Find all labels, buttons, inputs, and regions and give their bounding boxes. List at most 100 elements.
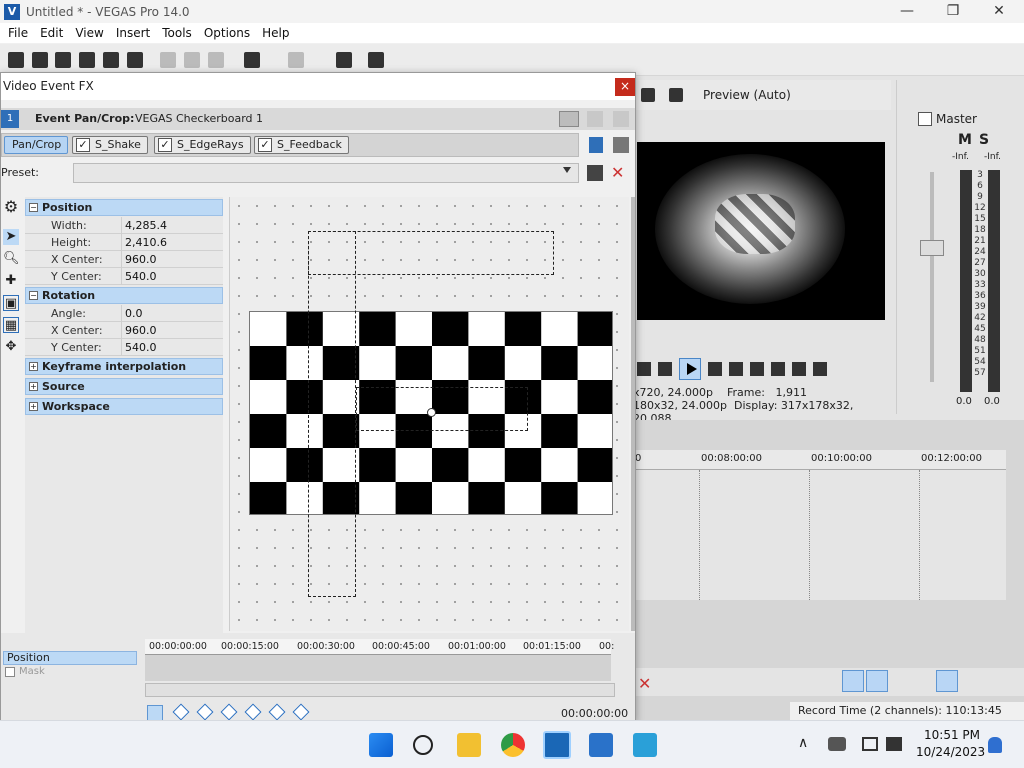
- fx-chip-s-edgerays[interactable]: ✓ S_EdgeRays: [154, 136, 251, 154]
- open-icon[interactable]: [32, 52, 48, 68]
- expand-icon[interactable]: +: [29, 362, 38, 371]
- new-project-icon[interactable]: [8, 52, 24, 68]
- fx-enabled-checkbox[interactable]: ✓: [76, 138, 90, 152]
- property-value[interactable]: 540.0: [125, 341, 157, 354]
- delete-icon[interactable]: ✕: [638, 674, 651, 693]
- settings-gear-icon[interactable]: ⚙: [3, 199, 19, 215]
- auto-ripple-icon[interactable]: [866, 670, 888, 692]
- keyframe-scrollbar[interactable]: [145, 683, 615, 697]
- master-fx-icon[interactable]: [918, 112, 932, 126]
- section-keyframe-interpolation[interactable]: + Keyframe interpolation: [25, 358, 223, 375]
- preview-device-icon[interactable]: [669, 88, 683, 102]
- chrome-icon[interactable]: [501, 733, 525, 757]
- delete-keyframe-icon[interactable]: [292, 703, 310, 721]
- first-keyframe-icon[interactable]: [172, 703, 190, 721]
- delete-preset-icon[interactable]: ✕: [611, 163, 624, 182]
- mask-checkbox[interactable]: [5, 667, 15, 677]
- save-icon[interactable]: [55, 52, 71, 68]
- file-explorer-icon[interactable]: [457, 733, 481, 757]
- plugin-chain-icon[interactable]: [589, 137, 603, 153]
- save-preset-icon[interactable]: [587, 165, 603, 181]
- expand-icon[interactable]: +: [29, 382, 38, 391]
- stop-icon[interactable]: [729, 362, 743, 376]
- view-grid-icon[interactable]: [587, 111, 603, 127]
- split-screen-icon[interactable]: [641, 88, 655, 102]
- start-windows-icon[interactable]: [369, 733, 393, 757]
- go-to-start-icon[interactable]: [750, 362, 764, 376]
- property-value[interactable]: 2,410.6: [125, 236, 167, 249]
- sync-cursor-icon[interactable]: [147, 705, 163, 721]
- collapse-icon[interactable]: −: [29, 291, 38, 300]
- cloud-icon[interactable]: [828, 737, 846, 751]
- menu-view[interactable]: View: [69, 26, 109, 40]
- preview-quality-dropdown[interactable]: Preview (Auto): [703, 88, 791, 102]
- save-as-icon[interactable]: [79, 52, 95, 68]
- move-tool-icon[interactable]: ✥: [3, 339, 19, 355]
- lock-aspect-ratio-icon[interactable]: ▣: [3, 295, 19, 311]
- timeline-tracks[interactable]: [633, 470, 1006, 600]
- property-value[interactable]: 960.0: [125, 324, 157, 337]
- menu-insert[interactable]: Insert: [110, 26, 156, 40]
- play-icon[interactable]: [679, 358, 701, 380]
- taskbar-clock-time[interactable]: 10:51 PM: [924, 728, 980, 742]
- next-frame-icon[interactable]: [813, 362, 827, 376]
- chevron-up-icon[interactable]: ∧: [798, 735, 808, 751]
- timeline-ruler[interactable]: 0 00:08:00:00 00:10:00:00 00:12:00:00: [633, 450, 1006, 470]
- section-rotation[interactable]: − Rotation: [25, 287, 223, 304]
- cut-icon[interactable]: [160, 52, 176, 68]
- last-keyframe-icon[interactable]: [244, 703, 262, 721]
- previous-frame-icon[interactable]: [792, 362, 806, 376]
- view-tiles-icon[interactable]: [613, 111, 629, 127]
- close-window-button[interactable]: ✕: [976, 0, 1022, 23]
- paste-icon[interactable]: [208, 52, 224, 68]
- section-source[interactable]: + Source: [25, 378, 223, 395]
- redo-icon[interactable]: [288, 52, 304, 68]
- help-question-icon[interactable]: [368, 52, 384, 68]
- lock-envelopes-icon[interactable]: [936, 670, 958, 692]
- fx-chip-pan-crop[interactable]: Pan/Crop: [4, 136, 69, 154]
- menu-file[interactable]: File: [2, 26, 34, 40]
- keyframe-track-position[interactable]: Position: [3, 651, 137, 665]
- property-row[interactable]: Width: 4,285.4: [25, 217, 223, 234]
- zoom-tool-icon[interactable]: 🔍︎: [3, 251, 20, 267]
- crop-frame-left[interactable]: [308, 231, 356, 597]
- play-from-start-icon[interactable]: [658, 362, 672, 376]
- collapse-icon[interactable]: −: [29, 203, 38, 212]
- keyframe-ruler[interactable]: 00:00:00:00 00:00:15:00 00:00:30:00 00:0…: [145, 639, 614, 655]
- notification-bell-icon[interactable]: [988, 737, 1002, 753]
- property-row[interactable]: Y Center: 540.0: [25, 339, 223, 356]
- properties-gear-icon[interactable]: [127, 52, 143, 68]
- expand-icon[interactable]: +: [29, 402, 38, 411]
- taskbar-clock-date[interactable]: 10/24/2023: [916, 745, 985, 759]
- vegas-pro-taskbar-icon[interactable]: [543, 731, 571, 759]
- keyframe-track-mask[interactable]: Mask: [3, 665, 137, 679]
- fx-chip-s-shake[interactable]: ✓ S_Shake: [72, 136, 148, 154]
- next-keyframe-icon[interactable]: [220, 703, 238, 721]
- move-freely-icon[interactable]: ✚: [3, 273, 19, 289]
- network-icon[interactable]: [862, 737, 878, 751]
- property-value[interactable]: 960.0: [125, 253, 157, 266]
- copy-icon[interactable]: [184, 52, 200, 68]
- remove-plugin-icon[interactable]: [613, 137, 629, 153]
- property-row[interactable]: X Center: 960.0: [25, 251, 223, 268]
- section-workspace[interactable]: + Workspace: [25, 398, 223, 415]
- canvas-scrollbar[interactable]: [631, 197, 635, 631]
- explore-icon[interactable]: [336, 52, 352, 68]
- search-icon[interactable]: [413, 735, 433, 755]
- scale-about-center-icon[interactable]: ▦: [3, 317, 19, 333]
- normal-edit-tool-icon[interactable]: ➤: [3, 229, 19, 245]
- menu-tools[interactable]: Tools: [156, 26, 198, 40]
- microsoft-store-icon[interactable]: [589, 733, 613, 757]
- fx-chip-s-feedback[interactable]: ✓ S_Feedback: [254, 136, 349, 154]
- mute-button[interactable]: M: [958, 132, 972, 148]
- render-icon[interactable]: [103, 52, 119, 68]
- menu-options[interactable]: Options: [198, 26, 256, 40]
- minimize-button[interactable]: —: [884, 0, 930, 23]
- volume-fader-knob[interactable]: [920, 240, 944, 256]
- center-handle[interactable]: [427, 408, 436, 417]
- pan-crop-canvas[interactable]: [229, 197, 629, 631]
- go-to-end-icon[interactable]: [771, 362, 785, 376]
- property-row[interactable]: Angle: 0.0: [25, 305, 223, 322]
- snapping-icon[interactable]: [842, 670, 864, 692]
- solo-button[interactable]: S: [979, 132, 989, 148]
